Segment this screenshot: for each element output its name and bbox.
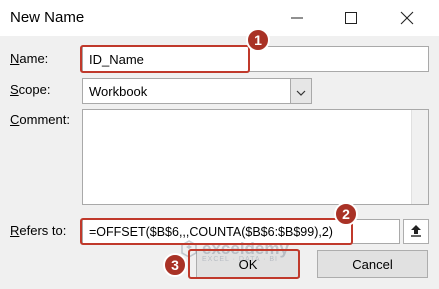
refers-to-label-accesskey: R bbox=[10, 223, 20, 238]
chevron-down-icon bbox=[296, 84, 306, 99]
name-label: Name: bbox=[10, 51, 48, 66]
step-2-badge: 2 bbox=[334, 202, 358, 226]
minimize-button[interactable] bbox=[270, 0, 324, 36]
refers-to-highlight bbox=[80, 218, 353, 245]
minimize-icon bbox=[290, 11, 304, 25]
name-label-accesskey: N bbox=[10, 51, 20, 66]
step-1-badge: 1 bbox=[246, 28, 270, 52]
scope-dropdown[interactable]: Workbook bbox=[82, 78, 312, 104]
scope-dropdown-value: Workbook bbox=[89, 83, 148, 99]
collapse-dialog-button[interactable] bbox=[403, 219, 429, 244]
scope-dropdown-arrow[interactable] bbox=[290, 79, 311, 103]
comment-label: Comment: bbox=[10, 112, 70, 127]
refers-to-label: Refers to: bbox=[10, 223, 66, 238]
step-3-badge: 3 bbox=[163, 253, 187, 277]
ok-button-highlight bbox=[188, 249, 300, 279]
scope-label-text: cope: bbox=[18, 82, 51, 97]
comment-label-accesskey: C bbox=[10, 112, 20, 127]
maximize-button[interactable] bbox=[324, 0, 378, 36]
comment-scrollbar[interactable] bbox=[411, 110, 428, 204]
new-name-dialog: New Name Name: ID_Name Scope: Workbook C… bbox=[0, 0, 439, 289]
comment-label-text: omment: bbox=[19, 112, 70, 127]
name-field-highlight bbox=[80, 45, 250, 73]
cancel-button-label: Cancel bbox=[352, 256, 393, 272]
close-icon bbox=[400, 11, 414, 25]
comment-textarea[interactable] bbox=[82, 109, 429, 205]
cancel-button[interactable]: Cancel bbox=[317, 250, 428, 278]
refers-to-label-text: efers to: bbox=[19, 223, 67, 238]
maximize-icon bbox=[344, 11, 358, 25]
name-label-text: ame: bbox=[19, 51, 49, 66]
title-bar: New Name bbox=[0, 0, 439, 36]
scope-label: Scope: bbox=[10, 82, 50, 97]
close-button[interactable] bbox=[380, 0, 434, 36]
scope-label-accesskey: S bbox=[10, 82, 19, 97]
upload-arrow-icon bbox=[410, 224, 422, 240]
dialog-title: New Name bbox=[10, 9, 85, 26]
